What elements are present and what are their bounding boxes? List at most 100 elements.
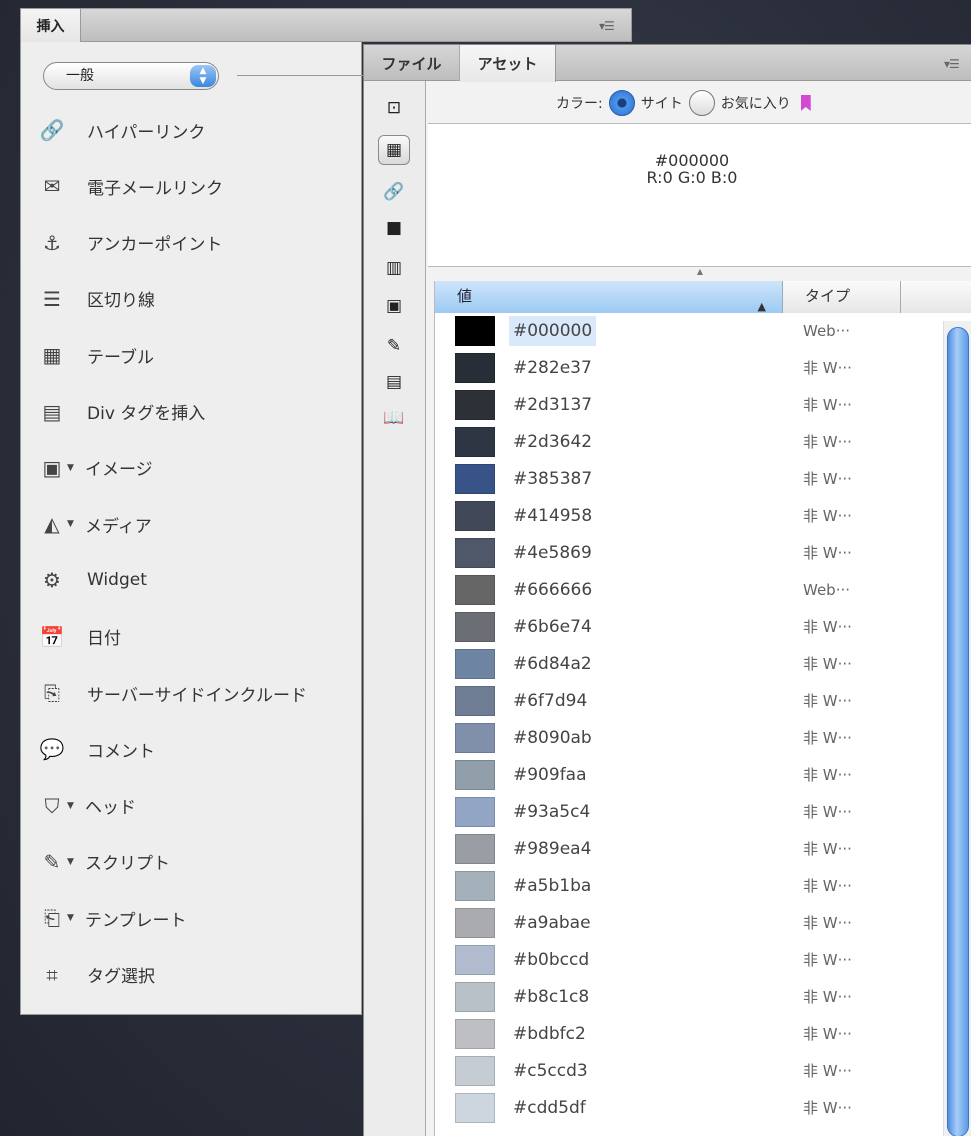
color-swatch <box>455 982 495 1012</box>
panel-menu-icon[interactable]: ▾☰ <box>599 19 625 33</box>
dropdown-arrow-icon[interactable]: ▼ <box>67 519 79 529</box>
div-tag-icon: ▤ <box>42 399 62 424</box>
table-header: 値 ▲ タイプ <box>435 281 971 313</box>
preview-hex: #000000 <box>654 151 730 170</box>
insert-item[interactable]: ⚓ アンカーポイント <box>35 225 365 261</box>
table-row[interactable]: #909faa 非 W··· <box>435 757 935 794</box>
templates-category-icon[interactable]: ▤ <box>378 367 410 397</box>
site-radio-label: サイト <box>640 96 683 112</box>
table-row[interactable]: #282e37 非 W··· <box>435 350 935 387</box>
insert-item[interactable]: 🔗 ハイパーリンク <box>35 112 365 148</box>
column-header-type[interactable]: タイプ <box>783 281 901 313</box>
table-row[interactable]: #c5ccd3 非 W··· <box>435 1053 935 1090</box>
vertical-scrollbar[interactable] <box>943 321 971 1136</box>
insert-item[interactable]: ▣ ▼ イメージ <box>35 450 365 486</box>
media-category-icon[interactable]: ■ <box>378 213 410 243</box>
insert-item[interactable]: ⌗ タグ選択 <box>35 957 365 993</box>
dropdown-arrow-icon[interactable]: ▼ <box>67 801 79 811</box>
table-row[interactable]: #6d84a2 非 W··· <box>435 646 935 683</box>
colors-category-icon[interactable]: ▦ <box>378 135 410 165</box>
table-row[interactable]: #a5b1ba 非 W··· <box>435 868 935 905</box>
widget-gear-icon: ⚙ <box>43 568 61 593</box>
insert-item[interactable]: ⛉ ▼ ヘッド <box>35 788 365 824</box>
color-swatch <box>455 390 495 420</box>
insert-item-label: Div タグを挿入 <box>87 404 206 424</box>
color-type: Web··· <box>803 581 851 599</box>
table-row[interactable]: #989ea4 非 W··· <box>435 831 935 868</box>
insert-item[interactable]: 📅 日付 <box>35 619 365 655</box>
library-category-icon[interactable]: 📖 <box>378 403 410 433</box>
color-swatch <box>455 649 495 679</box>
color-type: 非 W··· <box>803 433 852 451</box>
scripts-category-icon[interactable]: ✎ <box>378 331 410 361</box>
table-row[interactable]: #b8c1c8 非 W··· <box>435 979 935 1016</box>
table-row[interactable]: #385387 非 W··· <box>435 461 935 498</box>
color-hex: #b8c1c8 <box>513 987 590 1007</box>
urls-category-icon[interactable]: 🔗 <box>378 177 410 207</box>
insert-item-label: スクリプト <box>85 854 170 875</box>
script-icon: ✎ <box>43 849 61 874</box>
color-type: 非 W··· <box>803 396 852 414</box>
tab-assets[interactable]: アセット <box>460 45 556 82</box>
color-hex: #6b6e74 <box>513 617 592 637</box>
tab-files[interactable]: ファイル <box>364 45 460 81</box>
color-type: 非 W··· <box>803 729 852 747</box>
table-row[interactable]: #b0bccd 非 W··· <box>435 942 935 979</box>
color-type: 非 W··· <box>803 359 852 377</box>
dropdown-arrow-icon[interactable]: ▼ <box>67 857 79 867</box>
insert-item-label: アンカーポイント <box>87 235 223 256</box>
table-row[interactable]: #bdbfc2 非 W··· <box>435 1016 935 1053</box>
table-row[interactable]: #a9abae 非 W··· <box>435 905 935 942</box>
movies-category-icon[interactable]: ▣ <box>378 291 410 321</box>
table-row[interactable]: #cdd5df 非 W··· <box>435 1090 935 1127</box>
table-row[interactable]: #8090ab 非 W··· <box>435 720 935 757</box>
color-swatch <box>455 945 495 975</box>
table-row[interactable]: #414958 非 W··· <box>435 498 935 535</box>
dropdown-arrow-icon[interactable]: ▼ <box>67 463 79 473</box>
table-row[interactable]: #000000 Web··· <box>435 313 935 350</box>
video-category-icon[interactable]: ▥ <box>378 253 410 283</box>
insert-item[interactable]: ⎘ サーバーサイドインクルード <box>35 675 365 711</box>
splitter-handle[interactable]: ▲ <box>428 267 971 281</box>
insert-item[interactable]: ▤ Div タグを挿入 <box>35 394 365 430</box>
color-hex: #2d3642 <box>513 432 593 452</box>
insert-item-label: 日付 <box>87 629 121 650</box>
color-swatch <box>455 353 495 383</box>
insert-item[interactable]: ◭ ▼ メディア <box>35 506 365 542</box>
tab-insert[interactable]: 挿入 <box>21 9 81 42</box>
table-row[interactable]: #666666 Web··· <box>435 572 935 609</box>
table-row[interactable]: #93a5c4 非 W··· <box>435 794 935 831</box>
table-row[interactable]: #2d3642 非 W··· <box>435 424 935 461</box>
insert-panel: 挿入 ▾☰ 一般 ▲ ▼ 🔗 ハイパーリンク ✉ 電子メールリンク ⚓ アンカーポイント ☰ 区… <box>20 8 632 1015</box>
images-category-icon[interactable]: ⊡ <box>378 93 410 123</box>
favorites-radio[interactable] <box>688 90 715 116</box>
table-row[interactable]: #6f7d94 非 W··· <box>435 683 935 720</box>
insert-item-label: コメント <box>87 741 155 762</box>
column-header-value[interactable]: 値 ▲ <box>435 281 783 313</box>
table-row[interactable]: #4e5869 非 W··· <box>435 535 935 572</box>
scrollbar-thumb[interactable] <box>947 327 969 1136</box>
insert-item[interactable]: ✎ ▼ スクリプト <box>35 844 365 880</box>
color-type: 非 W··· <box>803 877 852 895</box>
site-radio[interactable] <box>608 90 635 116</box>
insert-item[interactable]: ✉ 電子メールリンク <box>35 168 365 204</box>
insert-item[interactable]: ⚙ Widget <box>35 562 365 598</box>
panel-menu-icon[interactable]: ▾☰ <box>944 57 970 71</box>
insert-item[interactable]: ▦ テーブル <box>35 337 365 373</box>
color-hex: #989ea4 <box>513 839 592 859</box>
color-preview: #000000 R:0 G:0 B:0 <box>428 123 971 267</box>
insert-item-label: テーブル <box>87 347 154 368</box>
insert-item[interactable]: ☰ 区切り線 <box>35 281 365 317</box>
color-swatch <box>455 834 495 864</box>
insert-panel-titlebar: 挿入 ▾☰ <box>20 8 632 42</box>
color-swatch <box>455 538 495 568</box>
table-row[interactable]: #6b6e74 非 W··· <box>435 609 935 646</box>
dropdown-arrow-icon[interactable]: ▼ <box>67 913 79 923</box>
insert-item[interactable]: ⎗ ▼ テンプレート <box>35 900 365 936</box>
insert-item[interactable]: 💬 コメント <box>35 731 365 767</box>
table-row[interactable]: #2d3137 非 W··· <box>435 387 935 424</box>
color-swatch <box>455 575 495 605</box>
category-select[interactable]: 一般 ▲ ▼ <box>43 62 219 90</box>
color-table: 値 ▲ タイプ #000000 Web··· #282e37 非 W··· #2d313… <box>434 281 971 1136</box>
color-swatch <box>455 686 495 716</box>
